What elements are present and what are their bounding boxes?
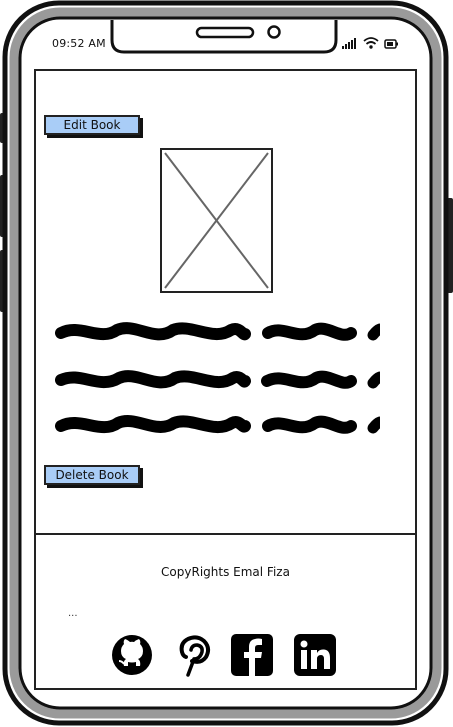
wifi-icon: [363, 37, 379, 49]
status-time: 09:52 AM: [52, 37, 106, 50]
phone-mockup: 09:52 AM Edit Book Delete Book CopyRight…: [0, 0, 453, 727]
book-text-line: [55, 415, 380, 434]
status-icons: [342, 37, 398, 49]
delete-book-button[interactable]: Delete Book: [44, 465, 140, 485]
edit-book-label: Edit Book: [63, 118, 121, 132]
footer-ellipsis: ...: [68, 608, 78, 619]
github-icon[interactable]: [110, 633, 154, 677]
edit-book-button[interactable]: Edit Book: [44, 115, 140, 135]
linkedin-icon[interactable]: [293, 633, 337, 677]
book-image-placeholder: [160, 148, 273, 293]
footer: CopyRights Emal Fiza ...: [34, 533, 417, 690]
pinterest-icon[interactable]: [174, 633, 218, 677]
signal-icon: [342, 38, 356, 49]
battery-icon: [384, 39, 398, 49]
book-text-line: [55, 370, 380, 389]
delete-book-label: Delete Book: [55, 468, 129, 482]
book-text-line: [55, 322, 380, 341]
facebook-icon[interactable]: [230, 633, 274, 677]
copyright-text: CopyRights Emal Fiza: [161, 565, 290, 579]
